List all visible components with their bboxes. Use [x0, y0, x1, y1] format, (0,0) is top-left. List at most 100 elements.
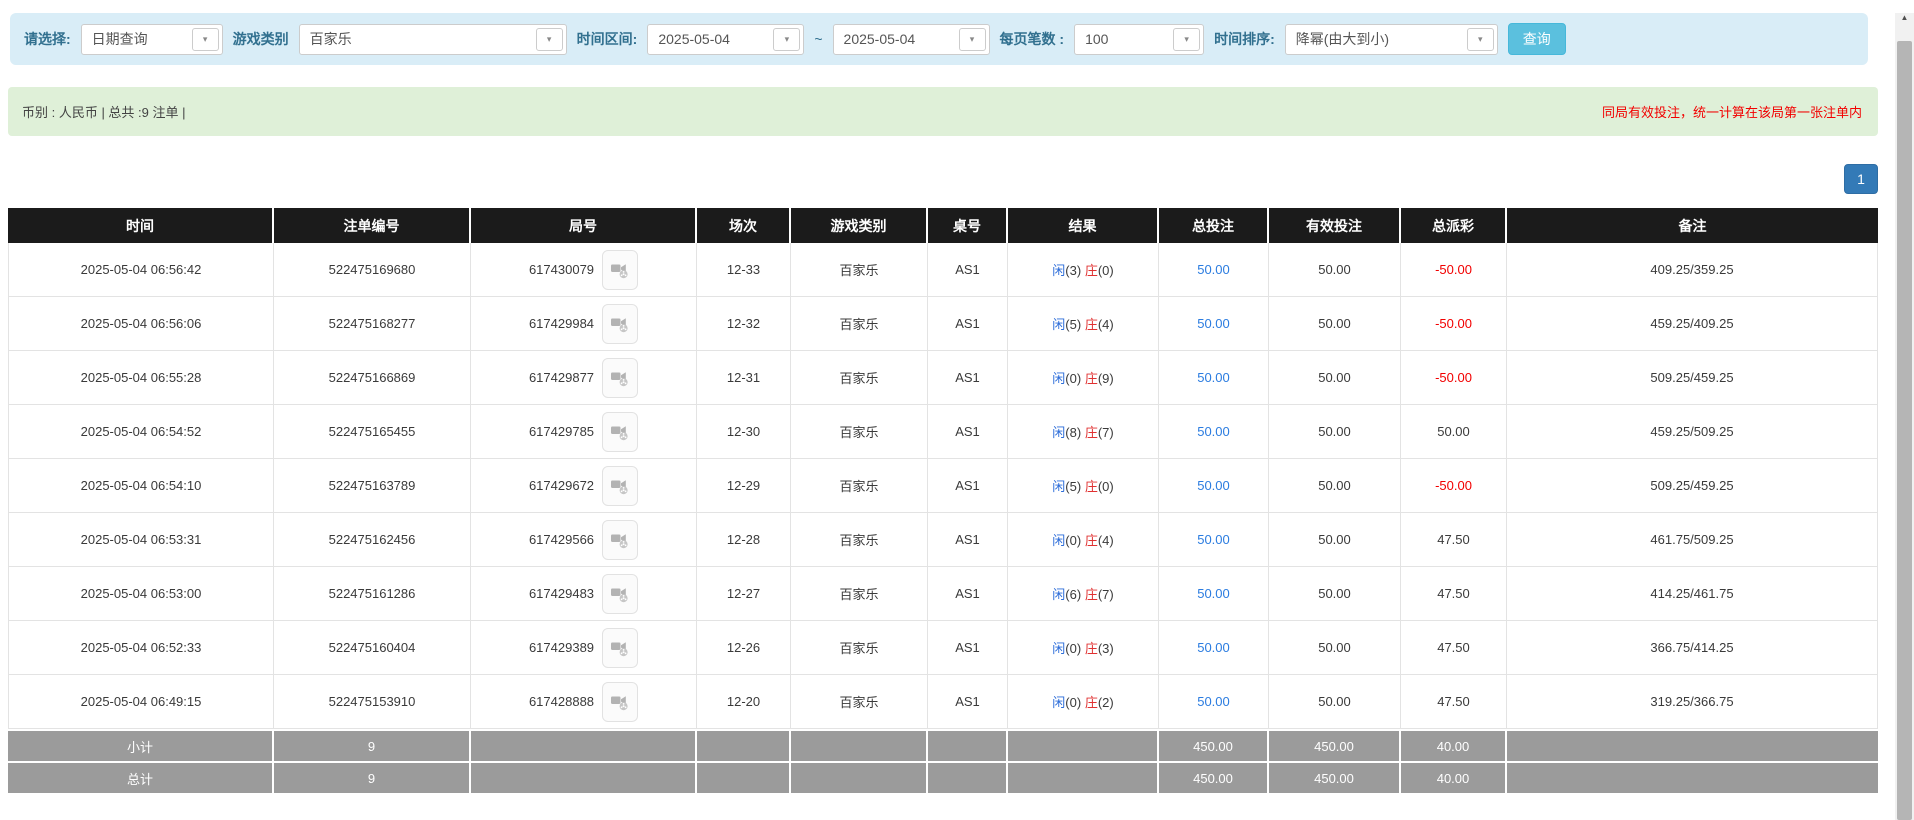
total-valid-bet: 450.00: [1269, 761, 1401, 793]
video-replay-button[interactable]: [602, 682, 638, 722]
total-bet-link[interactable]: 50.00: [1197, 370, 1230, 385]
vertical-scrollbar[interactable]: ▲: [1895, 13, 1914, 820]
chevron-down-icon[interactable]: ▾: [1173, 28, 1200, 51]
chevron-down-icon[interactable]: ▾: [192, 28, 219, 51]
col-round-id: 局号: [471, 208, 697, 243]
chevron-down-icon[interactable]: ▾: [773, 28, 800, 51]
scrollbar-thumb[interactable]: [1897, 41, 1912, 820]
total-bet-link[interactable]: 50.00: [1197, 262, 1230, 277]
footer-empty-cell: [697, 761, 791, 793]
table-number: AS1: [928, 351, 1008, 405]
scroll-up-arrow-icon[interactable]: ▲: [1895, 13, 1914, 27]
total-count: 9: [274, 761, 471, 793]
filter-toolbar: 请选择: 日期查询 ▾ 游戏类别 百家乐 ▾ 时间区间: 2025-05-04 …: [10, 13, 1868, 65]
bet-id: 522475166869: [274, 351, 471, 405]
game-category: 百家乐: [791, 459, 928, 513]
player-label: 闲: [1052, 317, 1065, 332]
round-cell: 617429566: [471, 513, 697, 567]
game-category-dropdown[interactable]: 百家乐 ▾: [299, 24, 567, 55]
select-type-label: 请选择:: [24, 29, 71, 49]
video-replay-button[interactable]: [602, 574, 638, 614]
remark: 509.25/459.25: [1507, 459, 1878, 513]
total-bet-link[interactable]: 50.00: [1197, 694, 1230, 709]
chevron-down-icon[interactable]: ▾: [959, 28, 986, 51]
footer-empty-cell: [928, 761, 1008, 793]
valid-bet: 50.00: [1269, 459, 1401, 513]
banker-score: (7): [1098, 425, 1114, 440]
chevron-down-icon[interactable]: ▾: [1467, 28, 1494, 51]
result-cell: 闲(3) 庄(0): [1008, 243, 1159, 297]
valid-bet: 50.00: [1269, 621, 1401, 675]
total-bet-cell: 50.00: [1159, 243, 1269, 297]
remark: 509.25/459.25: [1507, 351, 1878, 405]
video-replay-button[interactable]: [602, 304, 638, 344]
banker-label: 庄: [1085, 371, 1098, 386]
video-replay-button[interactable]: [602, 628, 638, 668]
payout: -50.00: [1401, 297, 1507, 351]
footer-empty-cell: [1507, 729, 1878, 761]
valid-bet: 50.00: [1269, 351, 1401, 405]
payout: 47.50: [1401, 621, 1507, 675]
video-icon: [610, 368, 630, 388]
table-number: AS1: [928, 675, 1008, 729]
video-replay-button[interactable]: [602, 520, 638, 560]
valid-bet: 50.00: [1269, 513, 1401, 567]
footer-empty-cell: [471, 729, 697, 761]
session: 12-27: [697, 567, 791, 621]
session: 12-31: [697, 351, 791, 405]
video-replay-button[interactable]: [602, 466, 638, 506]
total-bet-cell: 50.00: [1159, 351, 1269, 405]
video-icon: [610, 476, 630, 496]
bet-id: 522475163789: [274, 459, 471, 513]
subtotal-payout: 40.00: [1401, 729, 1507, 761]
col-payout: 总派彩: [1401, 208, 1507, 243]
date-from-dropdown[interactable]: 2025-05-04 ▾: [647, 24, 804, 55]
footer-empty-cell: [1507, 761, 1878, 793]
session: 12-20: [697, 675, 791, 729]
page-size-value: 100: [1075, 31, 1173, 47]
page-size-dropdown[interactable]: 100 ▾: [1074, 24, 1204, 55]
result-cell: 闲(0) 庄(9): [1008, 351, 1159, 405]
valid-bet: 50.00: [1269, 405, 1401, 459]
banker-score: (4): [1098, 317, 1114, 332]
result-cell: 闲(0) 庄(3): [1008, 621, 1159, 675]
video-icon: [610, 530, 630, 550]
round-cell: 617430079: [471, 243, 697, 297]
game-category: 百家乐: [791, 297, 928, 351]
col-session: 场次: [697, 208, 791, 243]
video-replay-button[interactable]: [602, 412, 638, 452]
time-sort-dropdown[interactable]: 降幂(由大到小) ▾: [1285, 24, 1498, 55]
date-to-dropdown[interactable]: 2025-05-04 ▾: [833, 24, 990, 55]
player-label: 闲: [1052, 371, 1065, 386]
round-cell: 617429483: [471, 567, 697, 621]
banker-label: 庄: [1085, 479, 1098, 494]
total-bet-cell: 50.00: [1159, 405, 1269, 459]
bet-id: 522475169680: [274, 243, 471, 297]
select-type-value: 日期查询: [82, 29, 192, 49]
search-button[interactable]: 查询: [1508, 23, 1566, 55]
total-bet-link[interactable]: 50.00: [1197, 532, 1230, 547]
total-bet-cell: 50.00: [1159, 513, 1269, 567]
video-replay-button[interactable]: [602, 358, 638, 398]
total-bet-link[interactable]: 50.00: [1197, 316, 1230, 331]
video-replay-button[interactable]: [602, 250, 638, 290]
total-bet-link[interactable]: 50.00: [1197, 478, 1230, 493]
chevron-down-icon[interactable]: ▾: [536, 28, 563, 51]
video-icon: [610, 584, 630, 604]
total-bet-link[interactable]: 50.00: [1197, 586, 1230, 601]
player-score: (6): [1065, 587, 1081, 602]
player-score: (5): [1065, 479, 1081, 494]
col-result: 结果: [1008, 208, 1159, 243]
player-score: (0): [1065, 695, 1081, 710]
time-range-label: 时间区间:: [577, 29, 638, 49]
bet-time: 2025-05-04 06:55:28: [8, 351, 274, 405]
select-type-dropdown[interactable]: 日期查询 ▾: [81, 24, 223, 55]
valid-bet: 50.00: [1269, 675, 1401, 729]
total-bet-link[interactable]: 50.00: [1197, 424, 1230, 439]
video-icon: [610, 638, 630, 658]
subtotal-row: 小计 9 450.00 450.00 40.00: [8, 729, 1878, 761]
total-bet-cell: 50.00: [1159, 297, 1269, 351]
col-remark: 备注: [1507, 208, 1878, 243]
total-bet-link[interactable]: 50.00: [1197, 640, 1230, 655]
page-1-button[interactable]: 1: [1844, 164, 1878, 194]
